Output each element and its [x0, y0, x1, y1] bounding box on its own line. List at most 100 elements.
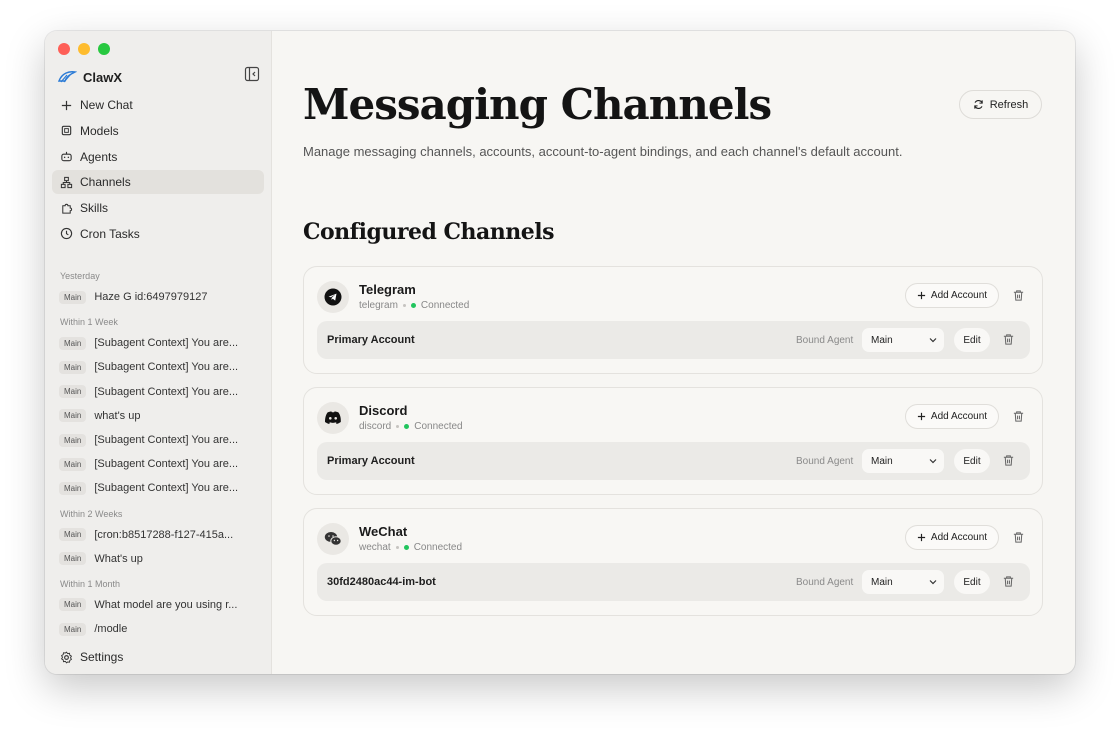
delete-account-trash-icon[interactable]	[1002, 333, 1015, 346]
add-account-label: Add Account	[930, 290, 988, 301]
add-account-button[interactable]: Add Account	[905, 525, 999, 550]
nav-label: Models	[80, 123, 119, 138]
channel-meta: discord Connected	[359, 421, 463, 432]
nav-agents[interactable]: Agents	[52, 145, 264, 169]
plus-icon	[61, 100, 72, 110]
nav-cron-tasks[interactable]: Cron Tasks	[52, 222, 264, 246]
page-subtitle: Manage messaging channels, accounts, acc…	[303, 144, 903, 159]
account-name: 30fd2480ac44-im-bot	[327, 576, 436, 588]
chat-history-item[interactable]: Main [Subagent Context] You are...	[52, 380, 264, 404]
chat-title: [Subagent Context] You are...	[94, 482, 239, 495]
delete-account-trash-icon[interactable]	[1002, 575, 1015, 588]
bot-icon	[61, 151, 72, 162]
sidebar-toggle-icon[interactable]	[244, 66, 260, 82]
add-account-label: Add Account	[930, 411, 988, 422]
refresh-button[interactable]: Refresh	[959, 90, 1042, 119]
minimize-window-button[interactable]	[78, 43, 90, 55]
channel-name: WeChat	[359, 524, 408, 539]
chat-history-item[interactable]: Main/modle	[52, 617, 264, 641]
chat-history-item[interactable]: Main [cron:b8517288-f127-415a...	[52, 523, 264, 547]
refresh-icon	[974, 100, 983, 109]
app-window: ClawX New Chat Models Agents Channels Sk…	[45, 31, 1075, 674]
nav-skills[interactable]: Skills	[52, 196, 264, 220]
chat-title: What model are you using r...	[94, 598, 238, 611]
agent-tag: Main	[59, 290, 87, 304]
plus-icon	[917, 412, 926, 421]
agent-tag: Main	[59, 528, 87, 542]
channel-meta: wechat Connected	[359, 542, 462, 553]
clock-icon	[60, 228, 73, 240]
chat-history-item[interactable]: Main [Subagent Context] You are...	[52, 331, 264, 355]
channel-id: discord	[359, 421, 392, 432]
account-name: Primary Account	[327, 455, 415, 467]
chat-title: [Subagent Context] You are...	[94, 434, 239, 447]
chat-history: Yesterday Main Haze G id:6497979127 Within …	[45, 263, 272, 641]
channel-status: Connected	[420, 300, 470, 311]
edit-account-button[interactable]: Edit	[954, 328, 990, 352]
chat-history-item[interactable]: Main [Subagent Context] You are...	[52, 355, 264, 379]
chat-title: /modle	[94, 623, 128, 636]
history-group-label: Within 2 Weeks	[60, 508, 123, 519]
window-controls	[58, 43, 110, 55]
chevron-down-icon	[929, 459, 937, 464]
history-group-label: Yesterday	[60, 271, 100, 281]
channel-icon-wrap	[317, 281, 349, 313]
channel-name: Telegram	[359, 282, 416, 297]
chat-title: [Subagent Context] You are...	[94, 385, 239, 398]
channel-meta: telegram Connected	[359, 300, 469, 311]
discord-icon	[325, 411, 341, 424]
chat-history-item[interactable]: Main What model are you using r...	[52, 593, 264, 617]
chat-history-item[interactable]: Main what's up	[52, 404, 264, 428]
gear-icon	[60, 650, 73, 664]
zoom-window-button[interactable]	[98, 43, 110, 55]
edit-account-button[interactable]: Edit	[954, 449, 990, 473]
agent-tag: Main	[59, 598, 87, 612]
channel-card-discord: Discord discord Connected Add Account Pr…	[303, 387, 1043, 495]
status-dot	[410, 303, 416, 308]
agent-tag: Main	[59, 622, 87, 636]
nav-label: Channels	[80, 175, 131, 190]
nav-label: Cron Tasks	[80, 226, 140, 241]
clawx-logo-icon	[57, 71, 77, 83]
close-window-button[interactable]	[58, 43, 70, 55]
refresh-label: Refresh	[989, 98, 1029, 111]
account-row: 30fd2480ac44-im-bot Bound Agent Main Edi…	[317, 563, 1030, 601]
chat-history-item[interactable]: Main Haze G id:6497979127	[52, 285, 264, 309]
telegram-icon	[324, 288, 342, 306]
agent-tag: Main	[59, 360, 87, 374]
chat-title: what's up	[94, 409, 141, 422]
delete-account-trash-icon[interactable]	[1002, 454, 1015, 467]
agent-tag: Main	[59, 409, 87, 423]
chat-title: [Subagent Context] You are...	[94, 458, 239, 471]
delete-channel-trash-icon[interactable]	[1012, 410, 1025, 423]
history-group-label: Within 1 Week	[60, 317, 118, 328]
add-account-button[interactable]: Add Account	[905, 283, 999, 308]
nav-label: New Chat	[80, 98, 133, 112]
nav-label: Agents	[80, 149, 118, 164]
chat-history-item[interactable]: Main [Subagent Context] You are...	[52, 476, 264, 500]
bound-agent-select[interactable]: Main	[862, 570, 944, 594]
nav-channels[interactable]: Channels	[52, 170, 264, 195]
delete-channel-trash-icon[interactable]	[1012, 289, 1025, 302]
agent-tag: Main	[59, 481, 87, 495]
settings-button[interactable]: Settings	[52, 645, 264, 669]
chat-history-item[interactable]: Main [Subagent Context] You are...	[52, 452, 264, 476]
bound-agent-label: Bound Agent	[796, 335, 854, 346]
bound-agent-select[interactable]: Main	[862, 449, 944, 473]
sidebar: ClawX New Chat Models Agents Channels Sk…	[45, 31, 272, 674]
agent-tag: Main	[59, 385, 87, 399]
delete-channel-trash-icon[interactable]	[1012, 531, 1025, 544]
nav-models[interactable]: Models	[52, 119, 264, 143]
chat-history-item[interactable]: Main [Subagent Context] You are...	[52, 428, 264, 452]
add-account-button[interactable]: Add Account	[905, 404, 999, 429]
network-icon	[60, 176, 73, 189]
bound-agent-value: Main	[871, 576, 893, 588]
chat-history-item[interactable]: Main What's up	[52, 547, 264, 571]
sidebar-nav: New Chat Models Agents Channels Skills C…	[52, 93, 264, 248]
channel-id: wechat	[359, 542, 391, 553]
nav-new-chat[interactable]: New Chat	[52, 93, 264, 117]
chat-title: [cron:b8517288-f127-415a...	[94, 528, 234, 541]
plus-icon	[917, 291, 926, 300]
bound-agent-select[interactable]: Main	[862, 328, 944, 352]
edit-account-button[interactable]: Edit	[954, 570, 990, 594]
